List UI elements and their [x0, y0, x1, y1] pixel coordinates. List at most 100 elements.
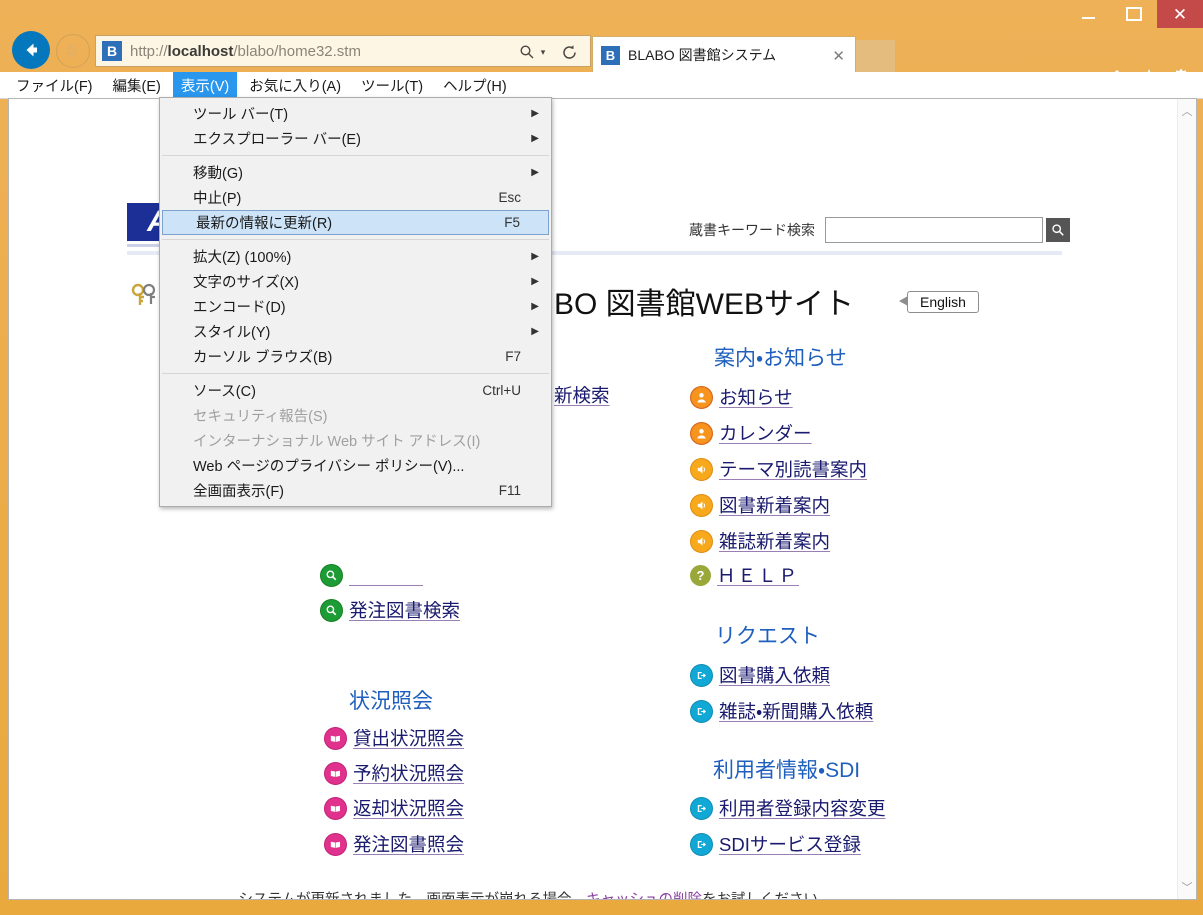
- link-label: 発注図書照会: [353, 834, 465, 855]
- english-language-button[interactable]: English: [907, 291, 979, 313]
- menu-item-explorer-bar[interactable]: エクスプローラー バー(E) ▶: [160, 126, 551, 151]
- person-icon: [690, 421, 713, 445]
- maximize-icon: [1126, 7, 1142, 21]
- magnifier-glyph: [326, 605, 337, 615]
- link-magazine-newspaper-request[interactable]: 雑誌・新聞購入依頼: [690, 698, 873, 724]
- menu-file[interactable]: ファイル(F): [8, 72, 101, 99]
- navigation-bar: B http://localhost/blabo/home32.stm ▾ B …: [0, 28, 1203, 87]
- menu-item-label: Web ページのプライバシー ポリシー(V)...: [193, 459, 465, 475]
- cache-clear-link[interactable]: キャッシュの削除: [586, 892, 702, 899]
- menu-help[interactable]: ヘルプ(H): [435, 72, 515, 99]
- book-icon: [324, 832, 347, 856]
- new-tab-button[interactable]: [855, 40, 895, 72]
- link-book-purchase-request[interactable]: 図書購入依頼: [690, 662, 830, 688]
- book-glyph: [330, 841, 340, 848]
- search-glyph: [1052, 224, 1064, 236]
- submenu-arrow-icon: ▶: [531, 251, 539, 262]
- person-glyph: [697, 428, 706, 439]
- menu-item-label: スタイル(Y): [193, 325, 271, 341]
- link-label: 図書検索: [349, 562, 423, 588]
- menu-item-source[interactable]: ソース(C) Ctrl+U: [160, 378, 551, 403]
- collection-search-label: 蔵書キーワード検索: [689, 222, 815, 238]
- speaker-glyph: [697, 536, 706, 546]
- menu-item-stop[interactable]: 中止(P) Esc: [160, 185, 551, 210]
- title-bar: ✕: [0, 0, 1203, 28]
- menu-edit[interactable]: 編集(E): [105, 72, 169, 99]
- section-heading-status: 状況照会: [349, 690, 433, 713]
- speaker-icon: [690, 493, 713, 517]
- menu-item-label: 拡大(Z) (100%): [193, 250, 292, 266]
- menu-view[interactable]: 表示(V): [172, 71, 238, 99]
- link-label: 図書購入依頼: [719, 665, 831, 686]
- back-button[interactable]: [12, 31, 50, 69]
- menu-item-refresh[interactable]: 最新の情報に更新(R) F5: [162, 210, 549, 235]
- menu-item-label: 中止(P): [193, 191, 242, 207]
- link-user-registration-change[interactable]: 利用者登録内容変更: [690, 795, 886, 821]
- menu-item-caret-browsing[interactable]: カーソル ブラウズ(B) F7: [160, 344, 551, 369]
- tab-close-icon[interactable]: ✕: [832, 47, 845, 65]
- submenu-arrow-icon: ▶: [531, 276, 539, 287]
- link-order-book-status[interactable]: 発注図書照会: [324, 831, 464, 857]
- collection-search-input[interactable]: [825, 217, 1043, 243]
- link-label: 図書新着案内: [719, 495, 831, 516]
- link-new-magazines[interactable]: 雑誌新着案内: [690, 528, 830, 554]
- chevron-down-icon[interactable]: ▾: [532, 41, 554, 63]
- link-help[interactable]: ? ＨＥＬＰ: [690, 562, 799, 588]
- menu-tools[interactable]: ツール(T): [353, 72, 431, 99]
- section-heading-request: リクエスト: [715, 625, 820, 648]
- speaker-glyph: [697, 464, 706, 474]
- login-arrow-icon: [690, 796, 713, 820]
- menu-item-label: カーソル ブラウズ(B): [193, 350, 333, 366]
- minimize-button[interactable]: [1065, 0, 1111, 28]
- menu-item-style[interactable]: スタイル(Y) ▶: [160, 319, 551, 344]
- minimize-icon: [1081, 17, 1095, 19]
- link-label: カレンダー: [719, 423, 812, 444]
- menu-bar: ファイル(F) 編集(E) 表示(V) お気に入り(A) ツール(T) ヘルプ(…: [0, 71, 1203, 99]
- link-order-book-search[interactable]: 発注図書検索: [320, 597, 460, 623]
- help-icon: ?: [690, 564, 711, 586]
- link-label: お知らせ: [719, 387, 793, 408]
- link-return-status[interactable]: 返却状況照会: [324, 795, 464, 821]
- scroll-down-arrow-icon[interactable]: ﹀: [1178, 879, 1196, 895]
- link-occluded-search[interactable]: 図書検索: [320, 562, 423, 588]
- menu-item-zoom[interactable]: 拡大(Z) (100%) ▶: [160, 244, 551, 269]
- menu-item-label: セキュリティ報告(S): [193, 409, 328, 425]
- menu-item-label: インターナショナル Web サイト アドレス(I): [193, 434, 481, 450]
- browser-tab[interactable]: B BLABO 図書館システム ✕: [592, 36, 856, 73]
- link-oshirase[interactable]: お知らせ: [690, 384, 793, 410]
- menu-item-shortcut: F11: [498, 483, 521, 498]
- link-reservation-status[interactable]: 予約状況照会: [324, 760, 464, 786]
- login-arrow-glyph: [697, 707, 706, 715]
- link-theme-reading-guide[interactable]: テーマ別読書案内: [690, 456, 867, 482]
- forward-arrow-icon: [66, 43, 79, 59]
- menu-item-fullscreen[interactable]: 全画面表示(F) F11: [160, 478, 551, 503]
- menu-item-label: ソース(C): [193, 384, 256, 400]
- address-bar[interactable]: B http://localhost/blabo/home32.stm ▾: [95, 35, 591, 67]
- menu-item-goto[interactable]: 移動(G) ▶: [160, 160, 551, 185]
- link-loan-status[interactable]: 貸出状況照会: [324, 725, 464, 751]
- link-new-books[interactable]: 図書新着案内: [690, 492, 830, 518]
- menu-favorites[interactable]: お気に入り(A): [241, 72, 349, 99]
- link-search-fragment[interactable]: 新検索: [554, 382, 610, 408]
- vertical-scrollbar[interactable]: ︿ ﹀: [1177, 99, 1196, 899]
- menu-item-toolbar[interactable]: ツール バー(T) ▶: [160, 101, 551, 126]
- link-calendar[interactable]: カレンダー: [690, 420, 812, 446]
- tab-favicon-icon: B: [601, 45, 620, 65]
- login-arrow-icon: [690, 832, 713, 856]
- refresh-button[interactable]: [558, 41, 580, 63]
- menu-item-encoding[interactable]: エンコード(D) ▶: [160, 294, 551, 319]
- login-arrow-glyph: [697, 671, 706, 679]
- menu-item-text-size[interactable]: 文字のサイズ(X) ▶: [160, 269, 551, 294]
- login-arrow-icon: [690, 663, 713, 687]
- scroll-up-arrow-icon[interactable]: ︿: [1178, 103, 1196, 119]
- speaker-glyph: [697, 500, 706, 510]
- link-sdi-service-registration[interactable]: SDIサービス登録: [690, 831, 861, 857]
- menu-separator: [162, 155, 549, 156]
- close-window-button[interactable]: ✕: [1157, 0, 1203, 28]
- maximize-button[interactable]: [1111, 0, 1157, 28]
- collection-search-button[interactable]: [1046, 218, 1070, 242]
- speaker-icon: [690, 529, 713, 553]
- menu-item-privacy-policy[interactable]: Web ページのプライバシー ポリシー(V)...: [160, 453, 551, 478]
- link-label: SDIサービス登録: [719, 834, 861, 855]
- forward-button[interactable]: [56, 34, 90, 68]
